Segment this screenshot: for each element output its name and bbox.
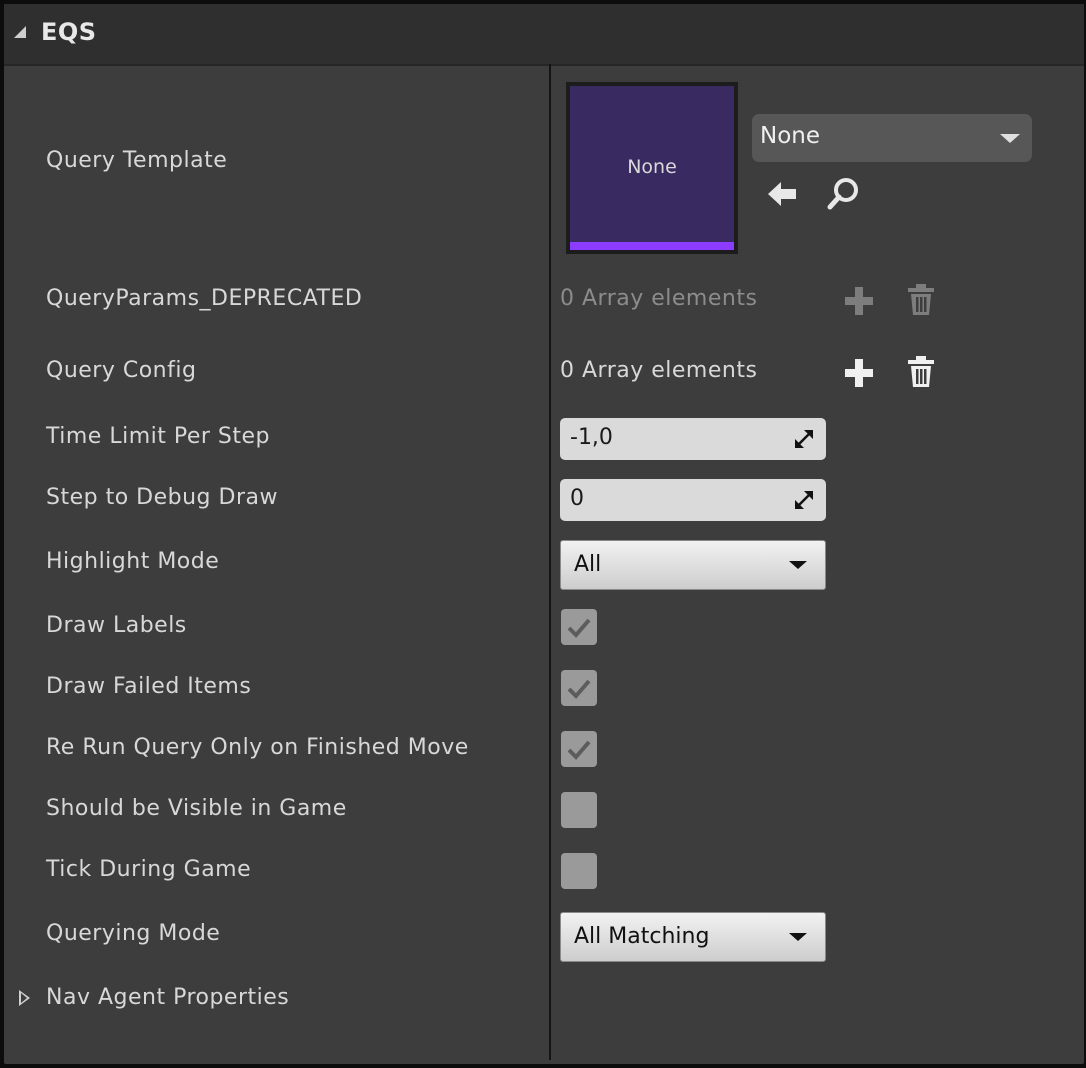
browse-search-icon[interactable] [826, 176, 862, 216]
visible-in-game-checkbox[interactable] [561, 792, 597, 828]
chevron-down-icon [789, 933, 807, 941]
rerun-query-checkbox[interactable] [561, 731, 597, 767]
draw-labels-label: Draw Labels [46, 613, 187, 638]
time-limit-label: Time Limit Per Step [46, 424, 271, 449]
asset-thumbnail-label: None [627, 156, 677, 178]
query-params-array-count: 0 Array elements [560, 286, 758, 311]
query-config-array-count: 0 Array elements [560, 358, 758, 383]
asset-picker-combo[interactable]: None [752, 114, 1032, 162]
query-template-label: Query Template [46, 148, 228, 173]
draw-failed-checkbox[interactable] [561, 670, 597, 706]
tick-during-game-label: Tick During Game [46, 857, 252, 882]
step-debug-value: 0 [570, 486, 584, 511]
chevron-down-icon [789, 561, 807, 569]
time-limit-input[interactable]: -1,0 [560, 418, 826, 460]
tick-during-game-checkbox[interactable] [561, 853, 597, 889]
query-config-label: Query Config [46, 358, 197, 383]
querying-mode-value: All Matching [574, 924, 710, 949]
asset-picker-value: None [760, 123, 821, 149]
collapse-arrow-icon[interactable] [14, 26, 26, 38]
asset-thumbnail[interactable]: None [566, 82, 738, 254]
highlight-mode-combo[interactable]: All [560, 540, 826, 590]
draw-failed-label: Draw Failed Items [46, 674, 252, 699]
querying-mode-label: Querying Mode [46, 921, 221, 946]
visible-in-game-label: Should be Visible in Game [46, 796, 347, 821]
highlight-mode-label: Highlight Mode [46, 549, 220, 574]
details-panel: EQS Query Template None None QueryParams… [4, 4, 1084, 1064]
add-element-icon [844, 286, 874, 320]
expand-arrow-icon[interactable] [19, 990, 30, 1006]
delete-all-trash-icon [906, 283, 936, 321]
step-debug-input[interactable]: 0 [560, 479, 826, 521]
step-debug-label: Step to Debug Draw [46, 485, 278, 510]
asset-thumbnail-image: None [570, 86, 734, 250]
draw-labels-checkbox[interactable] [561, 609, 597, 645]
category-title: EQS [41, 18, 97, 46]
delete-all-trash-icon[interactable] [906, 355, 936, 393]
check-icon [567, 679, 591, 699]
asset-type-color-bar [570, 242, 734, 250]
spin-drag-icon[interactable] [794, 490, 814, 510]
check-icon [567, 618, 591, 638]
chevron-down-icon [1000, 134, 1020, 143]
querying-mode-combo[interactable]: All Matching [560, 912, 826, 962]
nav-agent-properties-label[interactable]: Nav Agent Properties [46, 985, 289, 1010]
check-icon [567, 740, 591, 760]
time-limit-value: -1,0 [570, 425, 613, 450]
spin-drag-icon[interactable] [794, 429, 814, 449]
category-header-eqs[interactable]: EQS [4, 4, 1084, 66]
highlight-mode-value: All [574, 552, 602, 577]
query-params-label: QueryParams_DEPRECATED [46, 286, 363, 311]
column-splitter[interactable] [549, 64, 551, 1060]
use-selected-arrow-icon[interactable] [766, 178, 798, 214]
add-element-icon[interactable] [844, 358, 874, 392]
rerun-query-label: Re Run Query Only on Finished Move [46, 735, 469, 760]
